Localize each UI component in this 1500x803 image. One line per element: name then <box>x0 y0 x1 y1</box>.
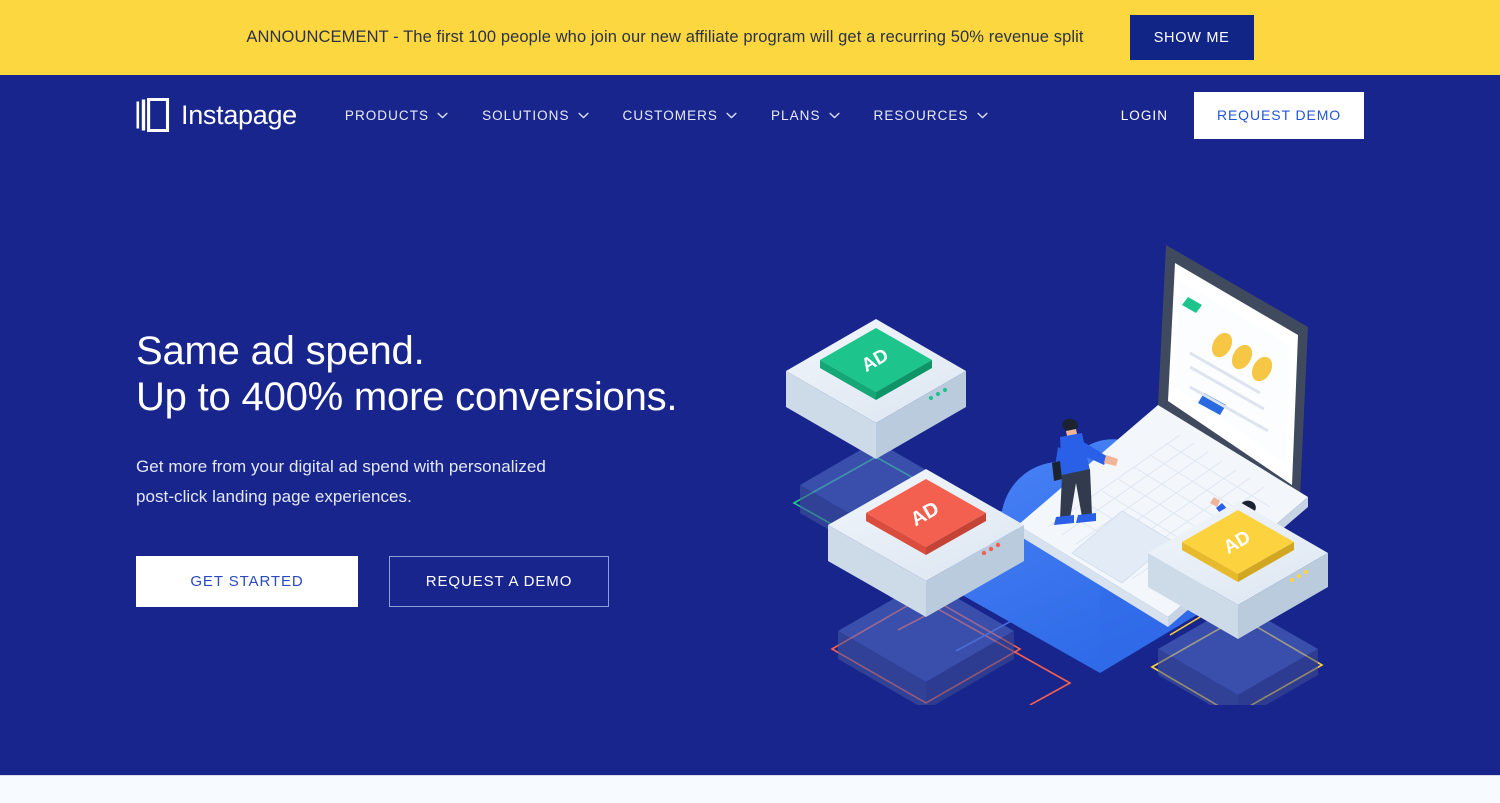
get-started-button[interactable]: GET STARTED <box>136 555 358 607</box>
chevron-down-icon <box>976 112 988 118</box>
logo[interactable]: Instapage <box>136 98 297 132</box>
nav-item-label: CUSTOMERS <box>622 107 718 123</box>
nav-item-label: PLANS <box>771 107 821 123</box>
nav-item-resources[interactable]: RESOURCES <box>857 95 1005 135</box>
nav-item-label: RESOURCES <box>873 107 969 123</box>
isometric-ad-cloud-laptop-illustration: AD AD AD <box>786 245 1328 705</box>
hero-title-line-2: Up to 400% more conversions. <box>136 375 678 420</box>
instapage-page-mark-icon <box>136 98 170 132</box>
announcement-text: ANNOUNCEMENT - The first 100 people who … <box>246 28 1084 47</box>
hero-subtitle-line-1: Get more from your digital ad spend with… <box>136 456 546 476</box>
nav-item-customers[interactable]: CUSTOMERS <box>606 95 754 135</box>
hero-copy: Same ad spend. Up to 400% more conversio… <box>136 328 736 607</box>
logo-text: Instapage <box>181 99 297 130</box>
page-title: Same ad spend. Up to 400% more conversio… <box>136 328 736 421</box>
nav-links: PRODUCTS SOLUTIONS CUSTOMERS PLANS RESOU… <box>328 95 1005 135</box>
hero-title-line-1: Same ad spend. <box>136 329 425 373</box>
main-navigation: Instapage PRODUCTS SOLUTIONS CUSTOMERS P… <box>0 75 1500 155</box>
chevron-down-icon <box>437 112 448 118</box>
hero-section: Instapage PRODUCTS SOLUTIONS CUSTOMERS P… <box>0 75 1500 775</box>
below-fold-section <box>0 775 1500 803</box>
nav-item-solutions[interactable]: SOLUTIONS <box>465 95 605 135</box>
chevron-down-icon <box>726 112 737 118</box>
nav-item-label: PRODUCTS <box>344 107 430 123</box>
announcement-bar: ANNOUNCEMENT - The first 100 people who … <box>0 0 1500 75</box>
nav-item-plans[interactable]: PLANS <box>754 95 857 135</box>
hero-illustration: AD AD AD <box>770 235 1330 705</box>
request-a-demo-button[interactable]: REQUEST A DEMO <box>389 555 609 607</box>
show-me-button[interactable]: SHOW ME <box>1129 15 1254 60</box>
nav-item-label: SOLUTIONS <box>482 107 570 123</box>
login-link[interactable]: LOGIN <box>1095 108 1194 123</box>
chevron-down-icon <box>577 112 589 118</box>
hero-subtitle: Get more from your digital ad spend with… <box>136 452 616 512</box>
landing-page: ANNOUNCEMENT - The first 100 people who … <box>0 0 1500 803</box>
nav-actions: LOGIN REQUEST DEMO <box>1095 91 1364 139</box>
chevron-down-icon <box>828 112 840 118</box>
request-demo-button[interactable]: REQUEST DEMO <box>1194 91 1364 139</box>
nav-item-products[interactable]: PRODUCTS <box>328 95 465 135</box>
hero-subtitle-line-2: post-click landing page experiences. <box>136 486 412 506</box>
hero-cta-group: GET STARTED REQUEST A DEMO <box>136 555 736 607</box>
